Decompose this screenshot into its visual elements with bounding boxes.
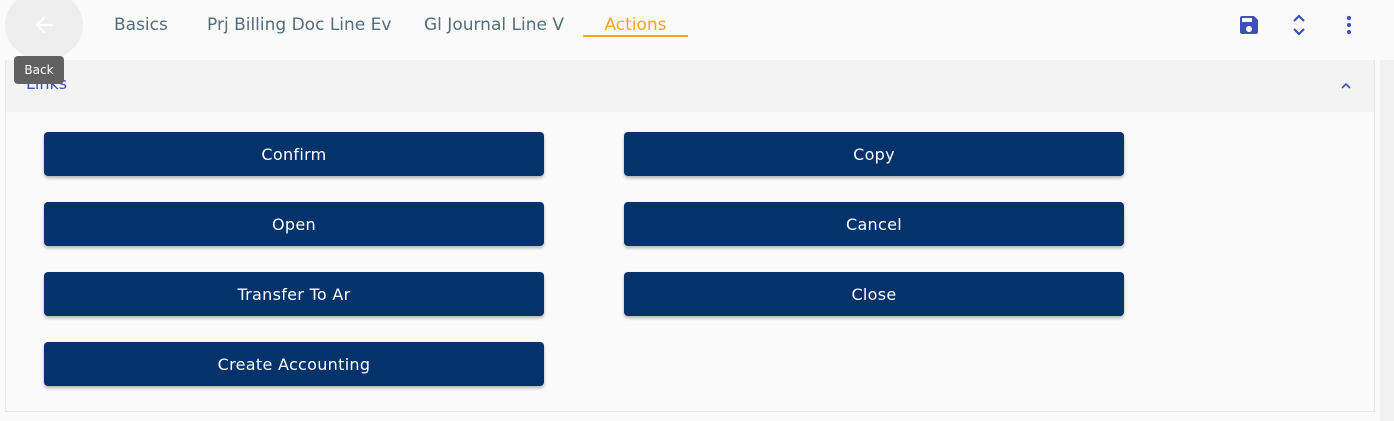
- active-tab-indicator: [583, 35, 688, 37]
- tab-basics[interactable]: Basics: [114, 0, 168, 40]
- open-button[interactable]: Open: [44, 202, 544, 246]
- create-accounting-button[interactable]: Create Accounting: [44, 342, 544, 386]
- back-tooltip: Back: [14, 56, 64, 84]
- save-icon[interactable]: [1236, 12, 1262, 38]
- tab-prj-billing-doc-line-ev[interactable]: Prj Billing Doc Line Ev: [207, 0, 391, 40]
- tab-bar: Basics Prj Billing Doc Line Ev Gl Journa…: [0, 0, 1200, 48]
- tab-actions[interactable]: Actions: [583, 0, 688, 40]
- transfer-to-ar-button[interactable]: Transfer To Ar: [44, 272, 544, 316]
- copy-button[interactable]: Copy: [624, 132, 1124, 176]
- chevron-up-icon[interactable]: [1338, 78, 1354, 94]
- confirm-button[interactable]: Confirm: [44, 132, 544, 176]
- more-vert-icon[interactable]: [1336, 12, 1362, 38]
- arrow-left-icon: [35, 16, 53, 34]
- panel-header[interactable]: Links: [6, 60, 1374, 112]
- scrollbar-track[interactable]: [1380, 60, 1394, 421]
- close-button[interactable]: Close: [624, 272, 1124, 316]
- cancel-button[interactable]: Cancel: [624, 202, 1124, 246]
- unfold-icon[interactable]: [1286, 12, 1312, 38]
- back-button[interactable]: [5, 0, 83, 60]
- tab-gl-journal-line-v[interactable]: Gl Journal Line V: [424, 0, 564, 40]
